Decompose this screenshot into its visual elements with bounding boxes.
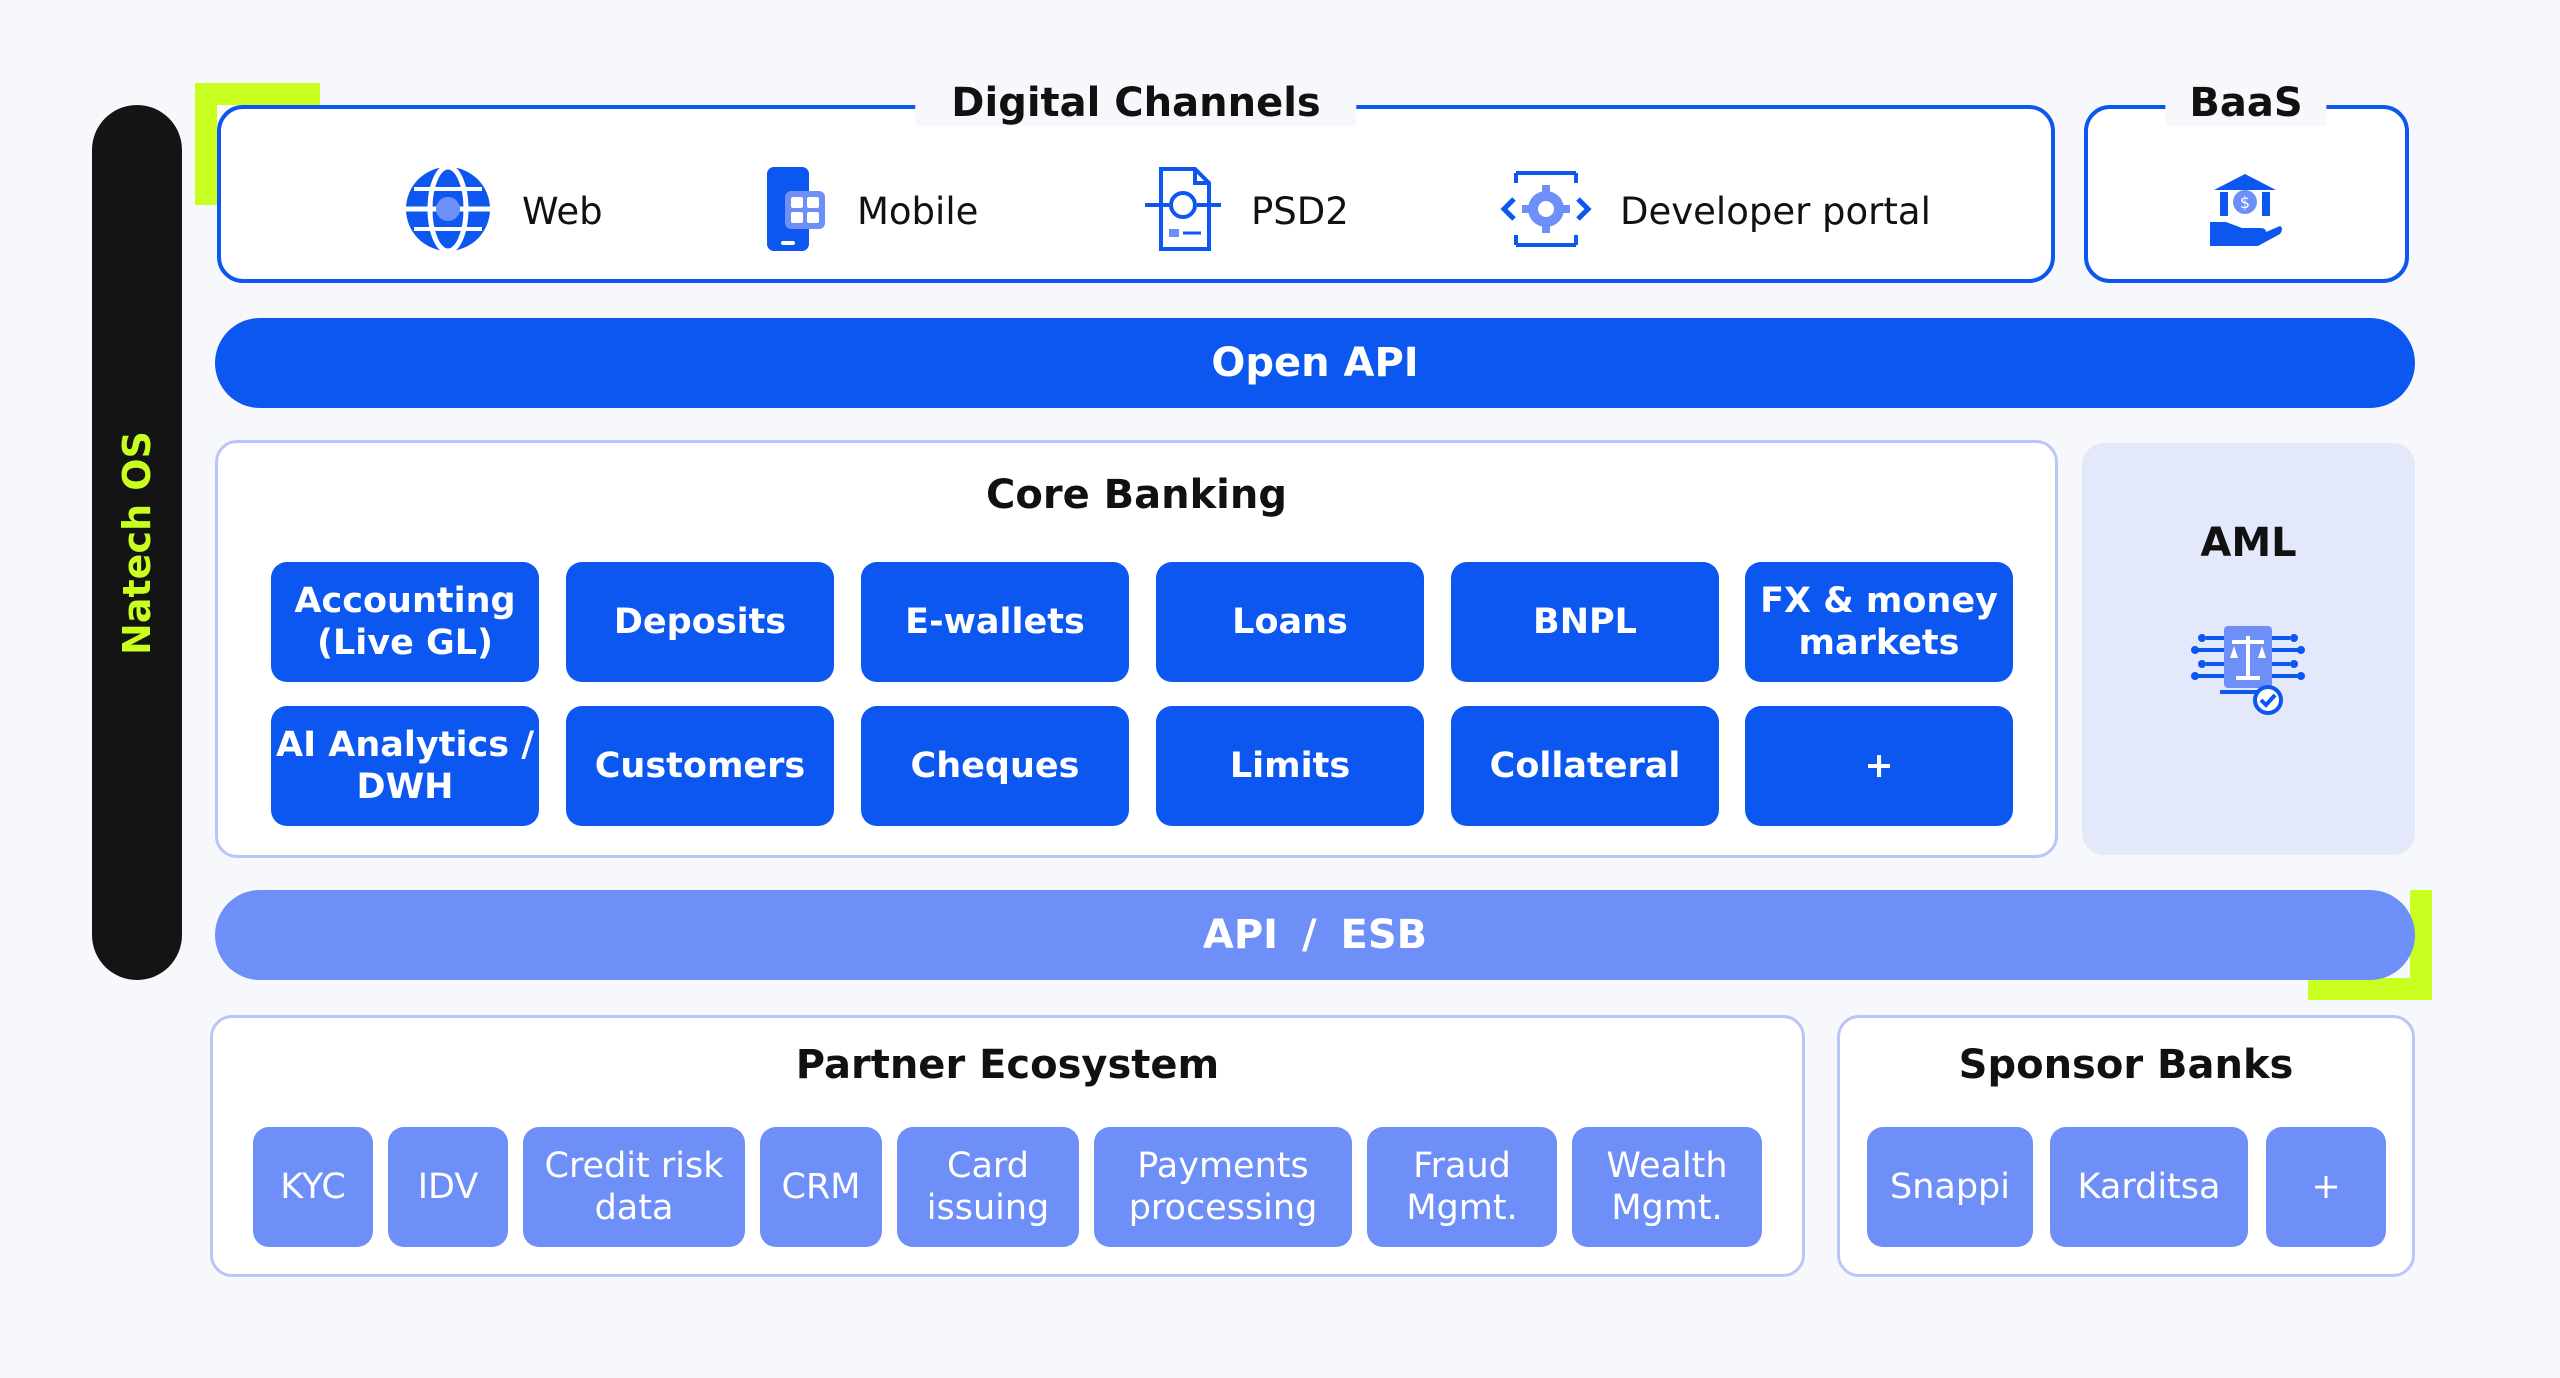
open-api-label: Open API [1211, 340, 1419, 386]
natech-os-label: Natech OS [115, 430, 159, 655]
core-tile-deposits: Deposits [566, 562, 834, 682]
core-tile-e-wallets: E-wallets [861, 562, 1129, 682]
core-banking-title: Core Banking [986, 472, 1287, 518]
core-tile-loans: Loans [1156, 562, 1424, 682]
gear-code-icon [1500, 163, 1592, 259]
api-esb-bar: API / ESB [215, 890, 2415, 980]
partner-ecosystem-title: Partner Ecosystem [795, 1042, 1220, 1088]
digital-channels-title: Digital Channels [915, 80, 1357, 126]
channel-psd2: PSD2 [1143, 163, 1349, 259]
partner-tile-credit-risk-data: Credit risk data [523, 1127, 745, 1247]
channel-web: Web [402, 163, 603, 259]
sponsor-banks-title: Sponsor Banks [1958, 1042, 2294, 1088]
accent-corner-top-left-vertical [195, 83, 217, 205]
globe-icon [402, 163, 494, 259]
partner-tile-payments-processing: Payments processing [1094, 1127, 1352, 1247]
core-tile-collateral: Collateral [1451, 706, 1719, 826]
natech-os-label-container: Natech OS [92, 105, 182, 980]
core-tile-cheques: Cheques [861, 706, 1129, 826]
channel-mobile-label: Mobile [857, 189, 979, 233]
partner-tile-idv: IDV [388, 1127, 508, 1247]
channel-psd2-label: PSD2 [1251, 189, 1349, 233]
core-tile-customers: Customers [566, 706, 834, 826]
partner-tile-kyc: KYC [253, 1127, 373, 1247]
core-tile-accounting: Accounting (Live GL) [271, 562, 539, 682]
aml-title: AML [2200, 520, 2297, 566]
mobile-icon [763, 163, 829, 259]
channel-web-label: Web [522, 189, 603, 233]
channel-developer-portal-label: Developer portal [1620, 189, 1931, 233]
core-tile-bnpl: BNPL [1451, 562, 1719, 682]
svg-text:$: $ [2240, 193, 2250, 212]
compliance-scale-icon [2190, 620, 2306, 720]
partner-tile-fraud-mgmt: Fraud Mgmt. [1367, 1127, 1557, 1247]
core-tile-ai-analytics: AI Analytics / DWH [271, 706, 539, 826]
channel-mobile: Mobile [763, 163, 978, 259]
core-tile-fx-money-markets: FX & money markets [1745, 562, 2013, 682]
sponsor-tile-karditsa: Karditsa [2050, 1127, 2248, 1247]
sponsor-tile-more: + [2266, 1127, 2386, 1247]
core-tile-more: + [1745, 706, 2013, 826]
open-api-bar: Open API [215, 318, 2415, 408]
document-flow-icon [1143, 163, 1223, 259]
core-tile-limits: Limits [1156, 706, 1424, 826]
api-esb-label: API / ESB [1202, 912, 1428, 958]
channel-developer-portal: Developer portal [1500, 163, 1931, 259]
partner-tile-crm: CRM [760, 1127, 882, 1247]
partner-tile-wealth-mgmt: Wealth Mgmt. [1572, 1127, 1762, 1247]
bank-hand-icon: $ [2206, 170, 2284, 252]
partner-tile-card-issuing: Card issuing [897, 1127, 1079, 1247]
sponsor-tile-snappi: Snappi [1867, 1127, 2033, 1247]
baas-title: BaaS [2165, 80, 2327, 126]
